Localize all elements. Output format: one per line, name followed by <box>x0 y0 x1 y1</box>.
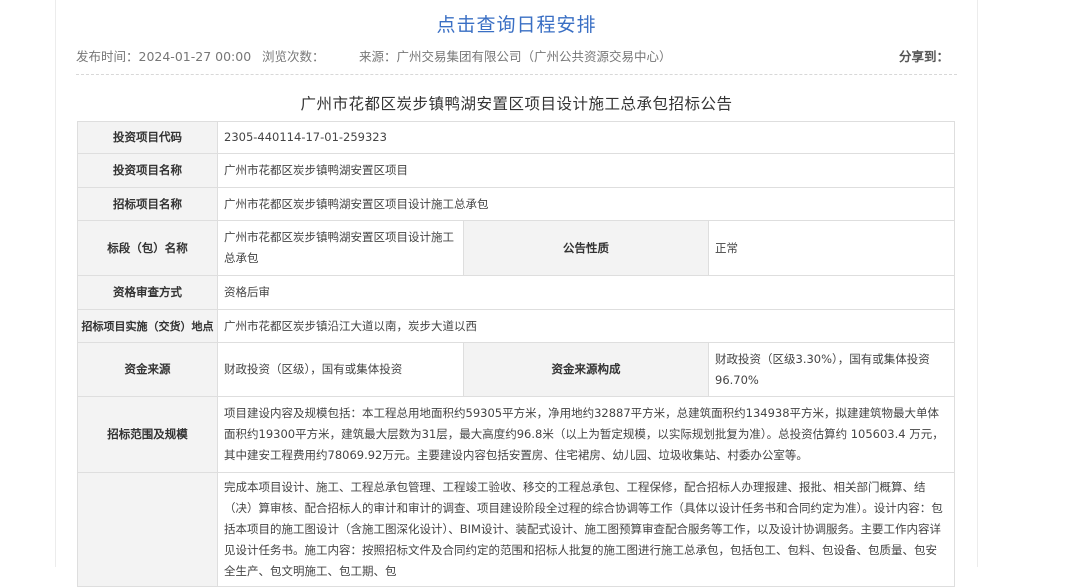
publish-time: 发布时间：2024-01-27 00:00 <box>76 49 252 64</box>
section-label: 标段（包）名称 <box>77 220 218 276</box>
document-title: 广州市花都区炭步镇鸭湖安置区项目设计施工总承包招标公告 <box>300 95 733 113</box>
table-row: 招标项目实施（交货）地点 广州市花都区炭步镇沿江大道以南，炭步大道以西 <box>77 309 956 343</box>
table-row: 投资项目代码 2305-440114-17-01-259323 <box>77 121 956 154</box>
location-value: 广州市花都区炭步镇沿江大道以南，炭步大道以西 <box>216 309 956 343</box>
share-to[interactable]: 分享到： <box>899 46 949 65</box>
schedule-query-link[interactable]: 点击查询日程安排 <box>56 10 977 37</box>
location-label: 招标项目实施（交货）地点 <box>77 309 218 343</box>
table-row: 标段（包）名称 广州市花都区炭步镇鸭湖安置区项目设计施工总承包 公告性质 正常 <box>77 220 956 276</box>
project-name-value: 广州市花都区炭步镇鸭湖安置区项目 <box>216 153 956 188</box>
fund-source-label: 资金来源 <box>77 342 218 397</box>
content-frame: 点击查询日程安排 发布时间：2024-01-27 00:00 浏览次数： 来源：… <box>55 0 978 587</box>
table-row: 招标项目名称 广州市花都区炭步镇鸭湖安置区项目设计施工总承包 <box>77 187 956 221</box>
tender-info-table: 投资项目代码 2305-440114-17-01-259323 投资项目名称 广… <box>77 121 956 587</box>
table-row: 完成本项目设计、施工、工程总承包管理、工程竣工验收、移交的工程总承包、工程保修，… <box>77 472 956 587</box>
qualification-value: 资格后审 <box>216 275 956 310</box>
scope-label-continued <box>77 472 218 587</box>
fund-composition-value: 财政投资（区级3.30%），国有或集体投资96.70% <box>707 342 956 397</box>
project-code-label: 投资项目代码 <box>77 121 218 154</box>
section-value: 广州市花都区炭步镇鸭湖安置区项目设计施工总承包 <box>217 220 464 276</box>
source: 来源：广州交易集团有限公司（广州公共资源交易中心） <box>359 49 672 64</box>
fund-source-value: 财政投资（区级），国有或集体投资 <box>217 342 464 397</box>
notice-nature-label: 公告性质 <box>463 220 709 276</box>
qualification-label: 资格审查方式 <box>77 275 218 310</box>
scope-value: 项目建设内容及规模包括：本工程总用地面积约59305平方米，净用地约32887平… <box>216 396 956 473</box>
table-row: 招标范围及规模 项目建设内容及规模包括：本工程总用地面积约59305平方米，净用… <box>77 396 956 473</box>
scope-value-continued: 完成本项目设计、施工、工程总承包管理、工程竣工验收、移交的工程总承包、工程保修，… <box>216 472 956 587</box>
divider <box>76 74 957 75</box>
scope-label: 招标范围及规模 <box>77 396 218 473</box>
project-code-value: 2305-440114-17-01-259323 <box>216 121 956 154</box>
fund-composition-label: 资金来源构成 <box>463 342 709 397</box>
meta-bar: 发布时间：2024-01-27 00:00 浏览次数： 来源：广州交易集团有限公… <box>76 46 949 66</box>
project-name-label: 投资项目名称 <box>77 153 218 188</box>
view-count: 浏览次数： <box>262 49 325 64</box>
tender-name-value: 广州市花都区炭步镇鸭湖安置区项目设计施工总承包 <box>216 187 956 221</box>
table-row: 资格审查方式 资格后审 <box>77 275 956 310</box>
table-row: 投资项目名称 广州市花都区炭步镇鸭湖安置区项目 <box>77 153 956 188</box>
notice-nature-value: 正常 <box>707 220 956 276</box>
tender-name-label: 招标项目名称 <box>77 187 218 221</box>
table-row: 资金来源 财政投资（区级），国有或集体投资 资金来源构成 财政投资（区级3.30… <box>77 342 956 397</box>
